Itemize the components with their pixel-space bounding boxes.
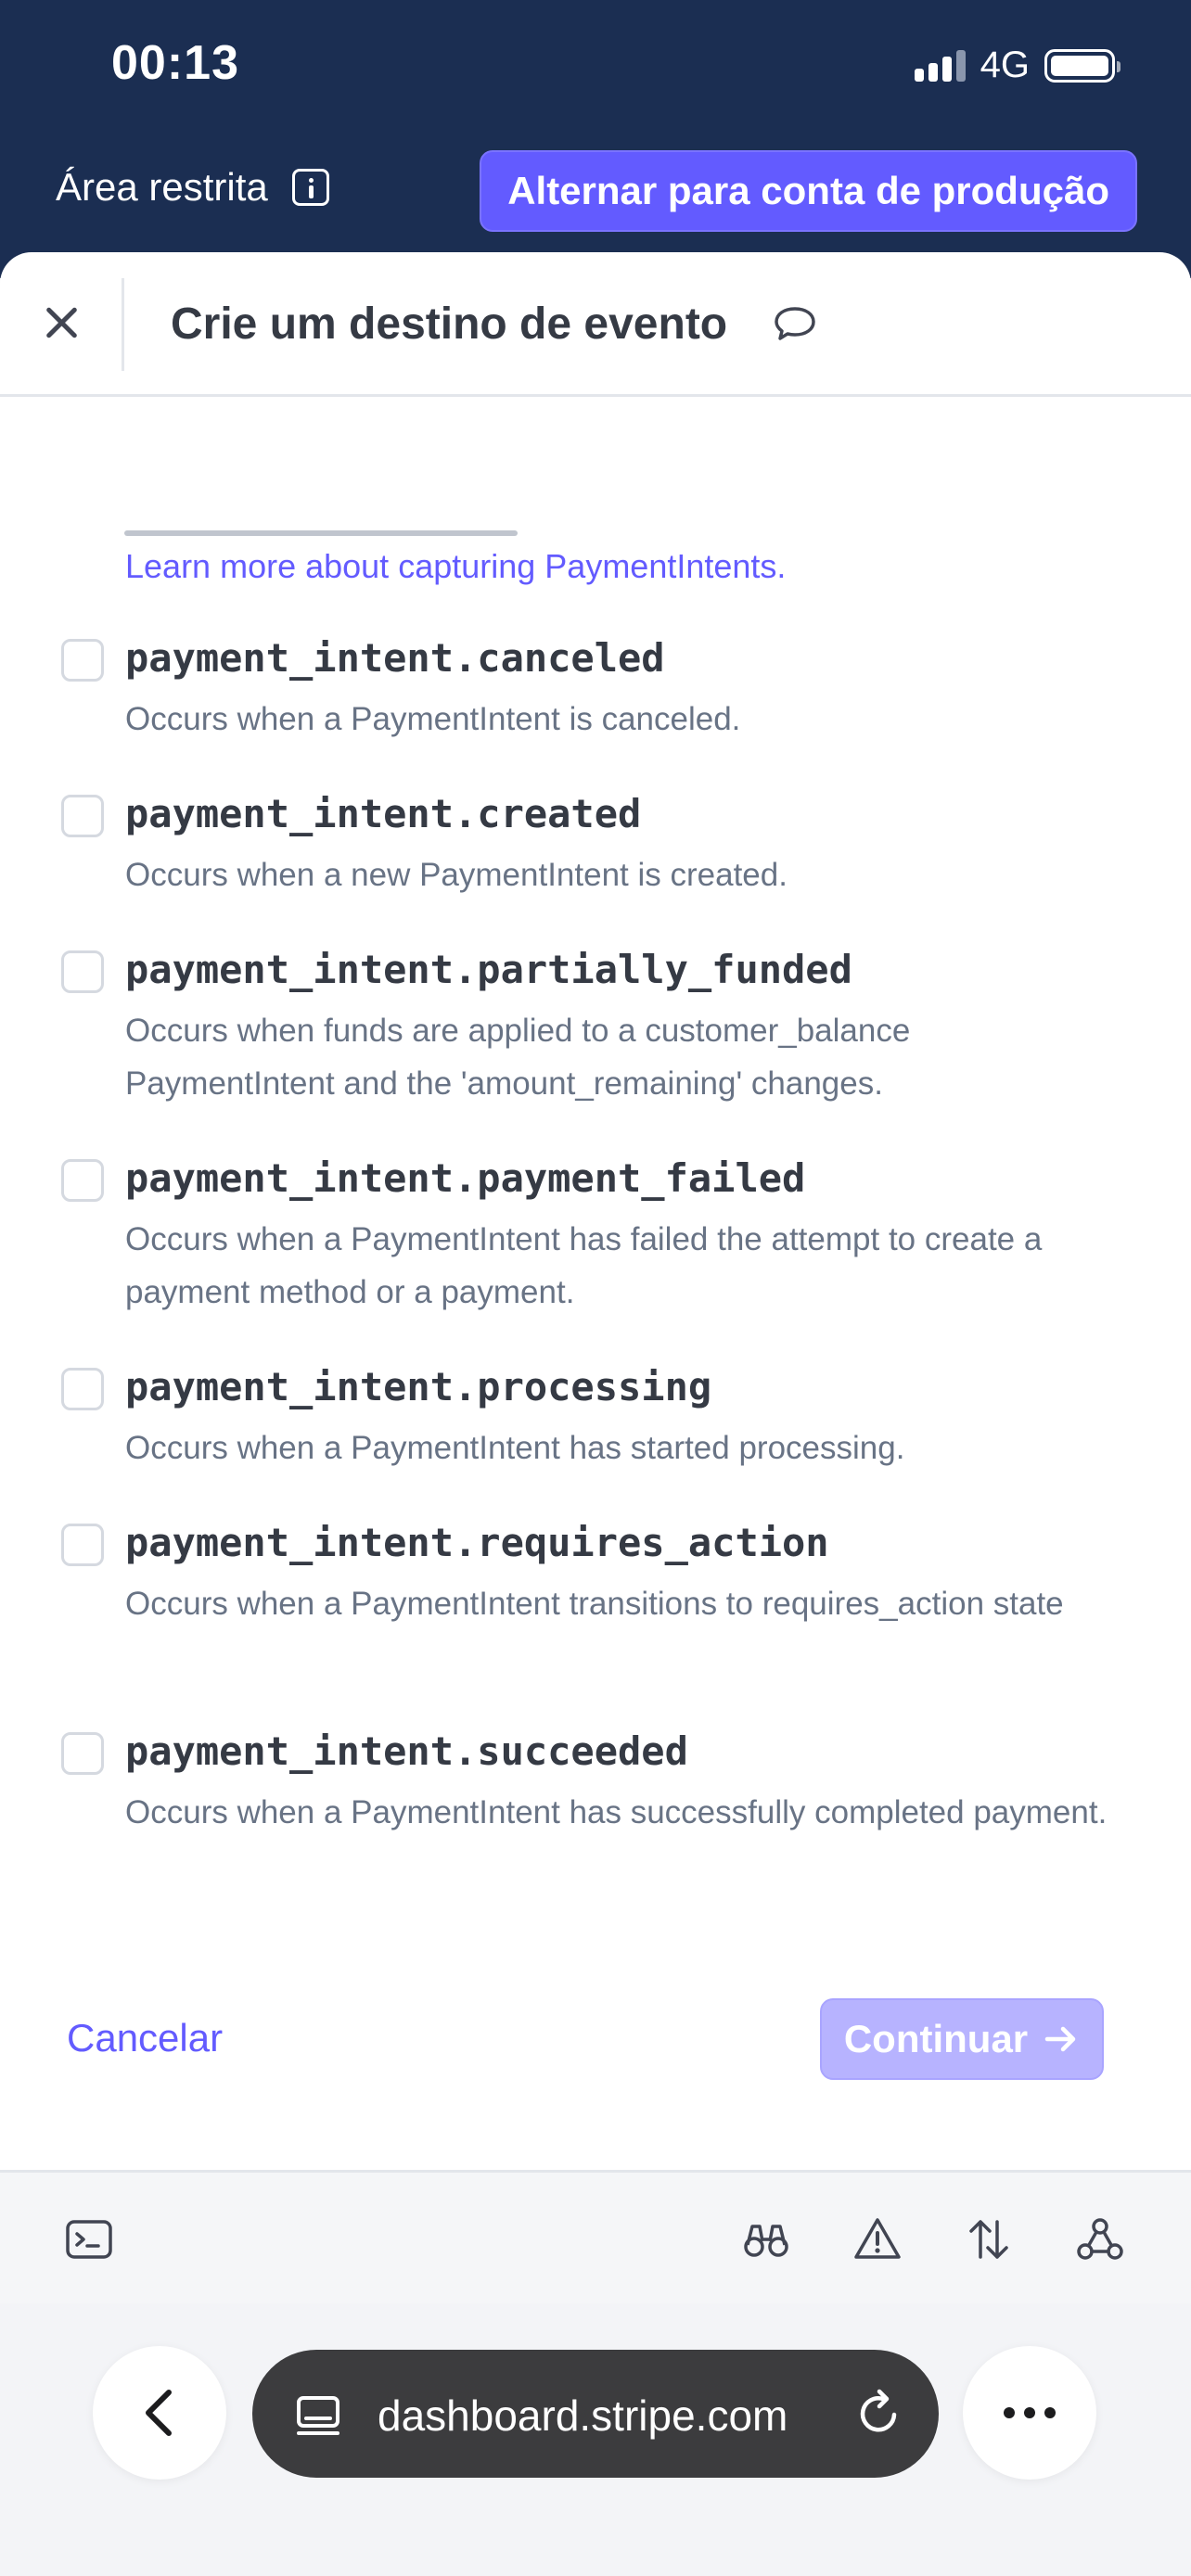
webhook-icon[interactable] <box>1074 2213 1126 2265</box>
event-description: Occurs when a new PaymentIntent is creat… <box>125 857 788 893</box>
event-checkbox[interactable] <box>61 1368 104 1410</box>
binoculars-icon[interactable] <box>740 2213 792 2265</box>
learn-more-link[interactable]: Learn more about capturing PaymentIntent… <box>125 547 786 586</box>
event-description: Occurs when a PaymentIntent has failed t… <box>125 1221 1043 1310</box>
status-indicators: 4G <box>914 45 1121 86</box>
event-destination-sheet: Crie um destino de evento Learn more abo… <box>0 252 1191 2170</box>
event-checkbox[interactable] <box>61 1159 104 1202</box>
more-options-button[interactable] <box>963 2346 1096 2480</box>
continue-label: Continuar <box>843 2017 1029 2060</box>
network-type: 4G <box>980 45 1030 85</box>
sort-arrows-icon[interactable] <box>963 2213 1015 2265</box>
browser-bar: dashboard.stripe.com <box>0 2303 1191 2576</box>
header-divider <box>122 278 124 371</box>
sheet-header: Crie um destino de evento <box>0 252 1191 397</box>
event-checkbox[interactable] <box>61 795 104 837</box>
event-checkbox[interactable] <box>61 1732 104 1775</box>
event-description: Occurs when funds are applied to a custo… <box>125 1013 911 1102</box>
event-description: Occurs when a PaymentIntent has successf… <box>125 1794 1108 1830</box>
switch-to-production-button[interactable]: Alternar para conta de produção <box>480 150 1137 232</box>
sandbox-label: Área restrita <box>56 165 268 209</box>
ellipsis-icon <box>1004 2407 1056 2418</box>
close-icon[interactable] <box>37 299 85 347</box>
event-name: payment_intent.canceled <box>125 635 665 681</box>
page-icon <box>297 2396 339 2435</box>
developer-toolbar <box>0 2170 1191 2303</box>
event-checkbox[interactable] <box>61 1524 104 1566</box>
event-checkbox[interactable] <box>61 950 104 993</box>
info-icon[interactable] <box>291 169 329 206</box>
signal-icon <box>914 49 966 82</box>
battery-icon <box>1044 48 1121 83</box>
status-time: 00:13 <box>111 36 239 90</box>
top-banner: 00:13 4G Área restrita Alternar para con… <box>0 0 1191 278</box>
event-name: payment_intent.requires_action <box>125 1520 829 1565</box>
sandbox-indicator[interactable]: Área restrita <box>56 165 329 210</box>
feedback-icon[interactable] <box>772 300 818 347</box>
event-description: Occurs when a PaymentIntent transitions … <box>125 1586 1064 1622</box>
chevron-left-icon <box>146 2390 172 2436</box>
event-name: payment_intent.created <box>125 791 642 836</box>
event-description: Occurs when a PaymentIntent has started … <box>125 1430 905 1466</box>
event-name: payment_intent.succeeded <box>125 1728 688 1774</box>
url-text: dashboard.stripe.com <box>378 2391 788 2440</box>
event-name: payment_intent.payment_failed <box>125 1155 806 1201</box>
continue-button[interactable]: Continuar <box>820 1998 1104 2080</box>
event-description: Occurs when a PaymentIntent is canceled. <box>125 701 741 737</box>
terminal-icon[interactable] <box>63 2213 115 2265</box>
partial-divider <box>124 530 518 536</box>
sheet-title: Crie um destino de evento <box>171 300 728 349</box>
event-name: payment_intent.processing <box>125 1364 712 1409</box>
event-checkbox[interactable] <box>61 639 104 682</box>
reload-icon[interactable] <box>852 2387 905 2441</box>
arrow-right-icon <box>1044 2026 1076 2052</box>
address-bar[interactable]: dashboard.stripe.com <box>252 2350 939 2478</box>
event-name: payment_intent.partially_funded <box>125 947 852 992</box>
warning-icon[interactable] <box>852 2213 903 2265</box>
back-button[interactable] <box>93 2346 226 2480</box>
cancel-button[interactable]: Cancelar <box>67 2016 223 2060</box>
